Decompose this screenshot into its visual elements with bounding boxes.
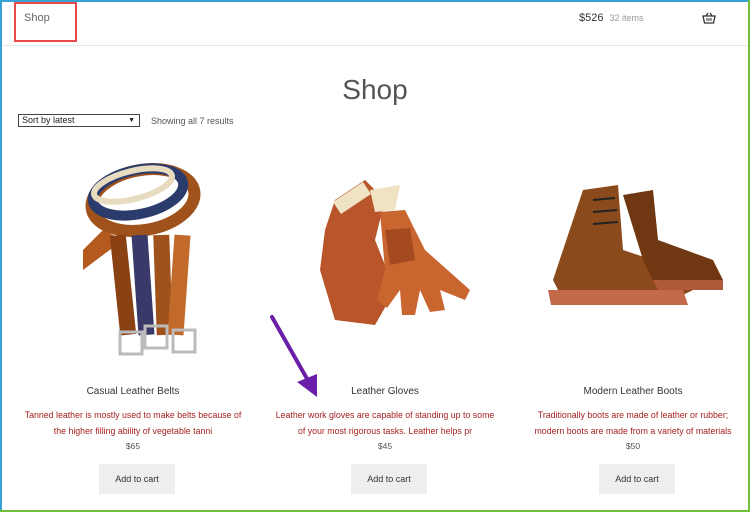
annotation-arrow-icon [270, 315, 317, 397]
annotation-highlight-box [14, 2, 77, 42]
boots-image [548, 185, 723, 305]
product-description-line: modern boots are made from a variety of … [534, 426, 732, 436]
belts-image [83, 163, 201, 356]
cart-amount[interactable]: $526 [579, 12, 603, 24]
product-description-line: Leather work gloves are capable of stand… [275, 410, 495, 420]
product-card: Modern Leather Boots Traditionally boots… [523, 140, 743, 494]
product-image-boots[interactable] [523, 140, 743, 370]
basket-icon[interactable] [702, 12, 716, 24]
product-price: $65 [125, 441, 141, 451]
product-description: Leather work gloves are capable of stand… [265, 407, 505, 439]
product-title[interactable]: Casual Leather Belts [23, 386, 243, 397]
page-title: Shop [342, 73, 408, 105]
product-description-line: Traditionally boots are made of leather … [537, 410, 729, 420]
product-description-line: the higher filling ability of vegetable … [53, 426, 213, 436]
cart-item-count[interactable]: 32 items [609, 13, 643, 23]
chevron-down-icon: ▼ [128, 117, 135, 124]
product-card: Casual Leather Belts Tanned leather is m… [23, 140, 243, 494]
add-to-cart-button[interactable]: Add to cart [351, 464, 427, 494]
product-description: Traditionally boots are made of leather … [513, 407, 750, 439]
product-description-line: of your most rigorous tasks. Leather hel… [297, 426, 473, 436]
product-description-line: Tanned leather is mostly used to make be… [24, 410, 242, 420]
add-to-cart-button[interactable]: Add to cart [99, 464, 175, 494]
sort-dropdown[interactable]: Sort by latest ▼ [18, 114, 140, 127]
product-price: $50 [625, 441, 641, 451]
add-to-cart-button[interactable]: Add to cart [599, 464, 675, 494]
product-description: Tanned leather is mostly used to make be… [13, 407, 253, 439]
cart-summary[interactable]: $526 32 items [579, 12, 644, 24]
sort-selected-value: Sort by latest [22, 115, 75, 125]
result-count: Showing all 7 results [151, 116, 234, 126]
product-image-belts[interactable] [23, 140, 243, 370]
product-price: $45 [377, 441, 393, 451]
product-title[interactable]: Modern Leather Boots [523, 386, 743, 397]
site-header: Shop $526 32 items [2, 2, 748, 46]
